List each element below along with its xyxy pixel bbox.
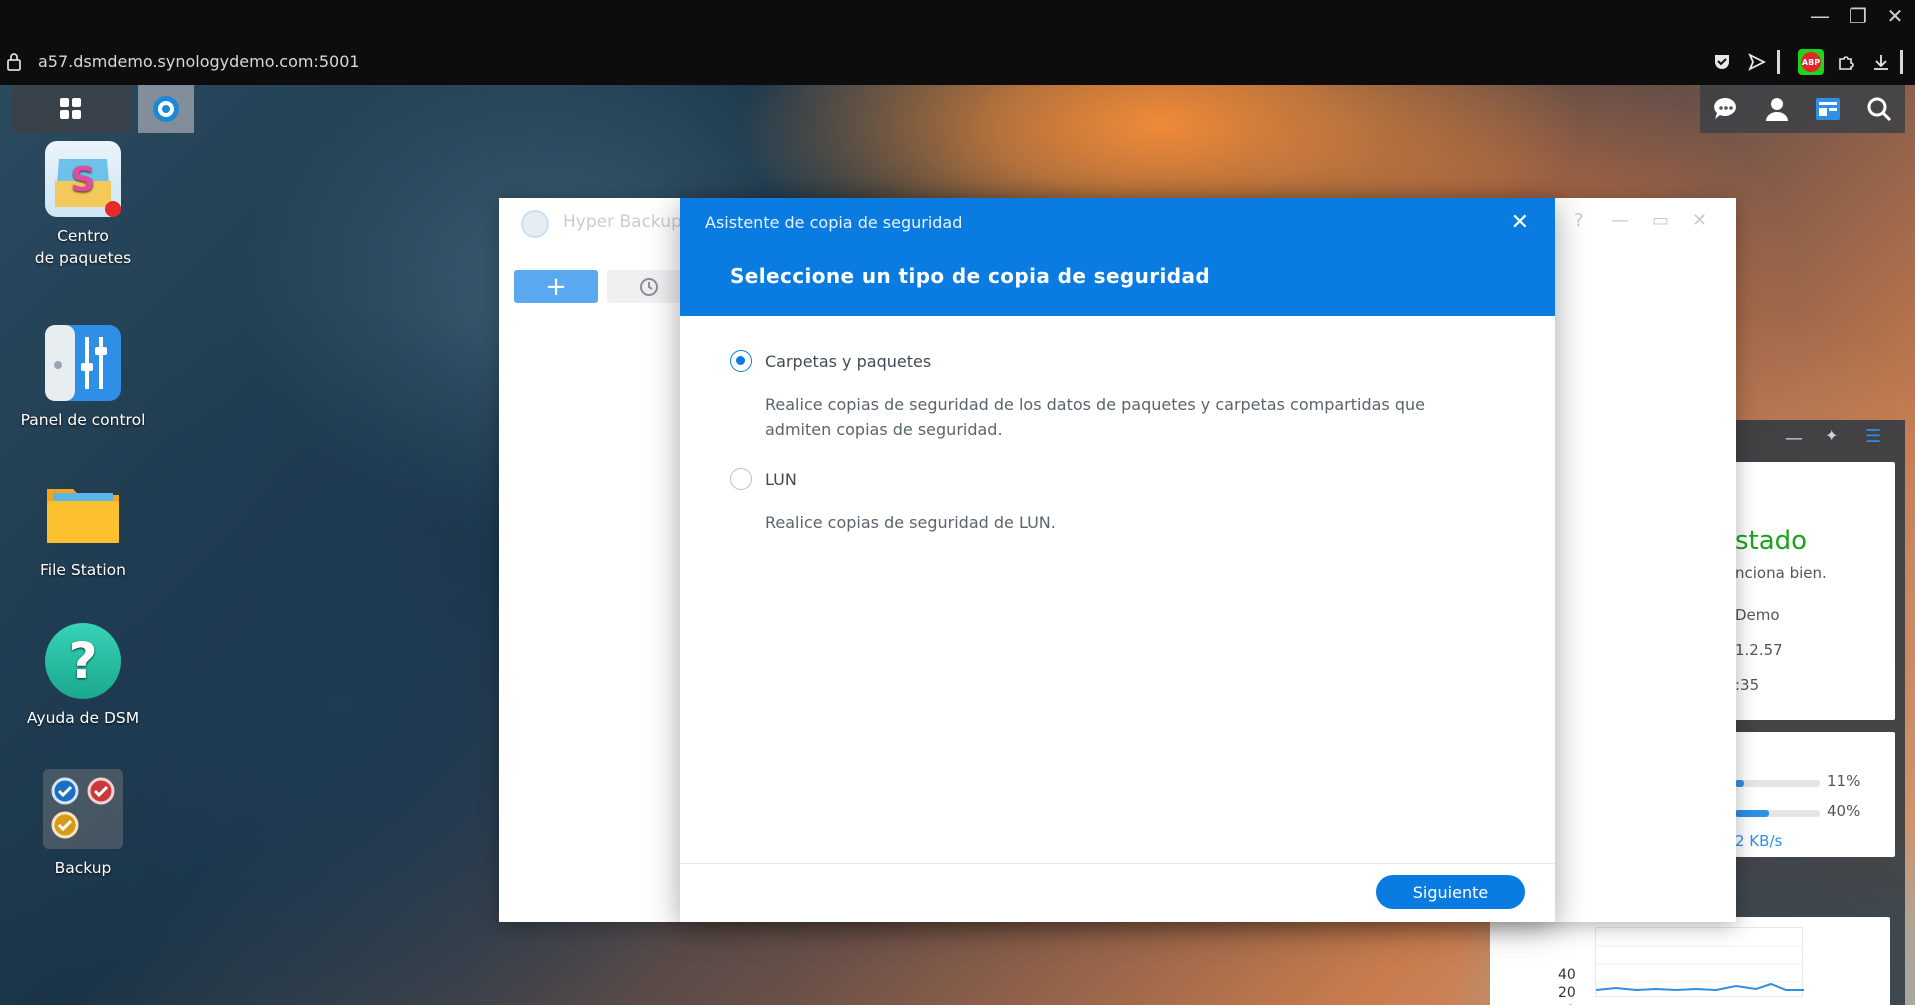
option-label: LUN xyxy=(765,469,797,489)
minimize-window-icon[interactable]: — xyxy=(1611,210,1629,231)
wizard-header: Asistente de copia de seguridad ✕ Selecc… xyxy=(680,198,1555,316)
chat-icon[interactable] xyxy=(1712,95,1740,123)
svg-text:S: S xyxy=(71,160,96,200)
backup-folder-icon xyxy=(43,769,123,849)
resource-monitor-card: 11% 40% 2 KB/s xyxy=(1735,732,1895,857)
widget-minimize-icon[interactable]: — xyxy=(1785,428,1803,449)
radio-folders-packages[interactable] xyxy=(730,350,752,372)
network-rate: 2 KB/s xyxy=(1735,832,1783,850)
lock-icon xyxy=(7,53,21,71)
ram-bar-fill xyxy=(1735,810,1769,817)
toolbar-divider xyxy=(1900,50,1903,74)
widgets-icon[interactable] xyxy=(1814,95,1842,123)
history-button[interactable] xyxy=(607,270,691,303)
package-center-icon: S xyxy=(45,141,121,217)
puzzle-extension-icon[interactable] xyxy=(1833,49,1859,75)
system-health-card: stado nciona bien. Demo 1.2.57 :35 xyxy=(1735,462,1895,720)
close-window-icon[interactable]: ✕ xyxy=(1875,4,1915,28)
address-bar[interactable]: a57.dsmdemo.synologydemo.com:5001 xyxy=(38,52,360,71)
desktop-icon-backup[interactable]: Backup xyxy=(8,769,158,879)
maximize-window-icon[interactable]: ▭ xyxy=(1652,210,1669,231)
option-description: Realice copias de seguridad de LUN. xyxy=(765,513,1056,532)
history-icon xyxy=(640,277,658,296)
server-name: Demo xyxy=(1735,606,1780,624)
user-icon[interactable] xyxy=(1763,95,1791,123)
question-mark: ? xyxy=(68,632,98,690)
ram-bar xyxy=(1735,810,1820,817)
download-icon[interactable] xyxy=(1868,49,1894,75)
cpu-percent: 11% xyxy=(1827,772,1861,790)
hyper-backup-logo-icon xyxy=(521,210,549,238)
next-button[interactable]: Siguiente xyxy=(1376,875,1525,909)
cpu-bar-fill xyxy=(1735,780,1745,787)
desktop-icon-control-panel[interactable]: Panel de control xyxy=(8,325,158,431)
adblock-badge: ABP xyxy=(1801,52,1821,72)
plus-icon: + xyxy=(545,271,567,302)
hyper-backup-title: Hyper Backup xyxy=(563,212,682,232)
taskbar-hyper-backup[interactable] xyxy=(138,85,194,133)
main-menu-button[interactable] xyxy=(11,85,131,133)
toolbar-divider xyxy=(1777,50,1780,74)
option-lun[interactable]: LUN xyxy=(730,468,797,490)
desktop-icon-label: Centro de paquetes xyxy=(34,227,132,267)
desktop-icon-label: Panel de control xyxy=(20,411,146,429)
option-description: Realice copias de seguridad de los datos… xyxy=(765,395,1425,439)
network-chart-line xyxy=(1595,945,1804,992)
file-station-icon xyxy=(45,475,121,551)
desktop-icon-file-station[interactable]: File Station xyxy=(8,475,158,581)
backup-wizard-dialog: Asistente de copia de seguridad ✕ Selecc… xyxy=(680,198,1555,922)
control-panel-icon xyxy=(45,325,121,401)
network-chart xyxy=(1595,927,1804,997)
desktop-icon-package-center[interactable]: S Centro de paquetes xyxy=(8,141,158,269)
help-icon[interactable]: ? xyxy=(1574,210,1584,231)
radio-lun[interactable] xyxy=(730,468,752,490)
ram-percent: 40% xyxy=(1827,802,1861,820)
health-status-title: stado xyxy=(1735,526,1808,556)
pin-icon[interactable]: ✦ xyxy=(1825,426,1838,445)
network-chart-card: 40 20 0 xyxy=(1490,917,1890,1005)
desktop-icon-label: Backup xyxy=(54,859,112,877)
close-hb-window-icon[interactable]: ✕ xyxy=(1692,210,1707,231)
browser-chrome: — ❐ ✕ a57.dsmdemo.synologydemo.com:5001 … xyxy=(0,0,1915,85)
desktop-icon-label: Ayuda de DSM xyxy=(26,709,140,727)
chart-tick-20: 20 xyxy=(1558,985,1576,1001)
cpu-bar xyxy=(1735,780,1820,787)
desktop-icon-dsm-help[interactable]: ? Ayuda de DSM xyxy=(8,623,158,729)
add-backup-button[interactable]: + xyxy=(514,270,598,303)
send-extension-icon[interactable] xyxy=(1744,49,1770,75)
shield-extension-icon[interactable] xyxy=(1709,49,1735,75)
minimize-icon[interactable]: — xyxy=(1800,4,1840,28)
restore-icon[interactable]: ❐ xyxy=(1838,4,1878,28)
close-icon[interactable]: ✕ xyxy=(1511,210,1529,235)
option-folders-packages[interactable]: Carpetas y paquetes xyxy=(730,350,931,372)
health-status-subtitle: nciona bien. xyxy=(1735,564,1827,582)
top-right-toolbar xyxy=(1700,85,1905,133)
option-label: Carpetas y paquetes xyxy=(765,351,932,371)
adblock-icon[interactable]: ABP xyxy=(1798,49,1824,75)
widget-settings-icon[interactable]: ☰ xyxy=(1865,426,1881,447)
wizard-title: Asistente de copia de seguridad xyxy=(705,213,963,232)
chart-tick-40: 40 xyxy=(1558,967,1576,983)
hyper-backup-icon xyxy=(153,96,179,122)
dsm-help-icon: ? xyxy=(45,623,121,699)
uptime: :35 xyxy=(1735,676,1760,694)
desktop-icon-label: File Station xyxy=(40,561,126,579)
search-icon[interactable] xyxy=(1865,95,1893,123)
footer-divider xyxy=(680,863,1555,864)
step-title: Seleccione un tipo de copia de seguridad xyxy=(730,264,1211,288)
ip-address: 1.2.57 xyxy=(1735,641,1783,659)
grid-icon xyxy=(60,98,81,119)
